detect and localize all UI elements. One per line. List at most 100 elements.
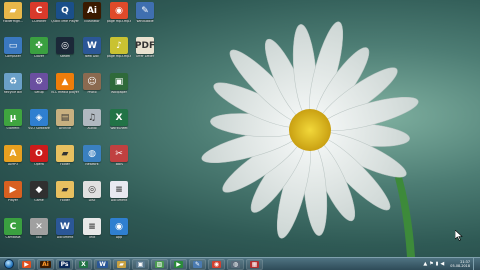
desktop-shortcut[interactable]: µ uTorrent xyxy=(0,109,26,145)
desktop-shortcut[interactable]: C CCleaner xyxy=(26,2,52,38)
flag-icon[interactable]: ⚑ xyxy=(429,261,433,267)
desktop-shortcut[interactable]: C Camtasia xyxy=(0,218,26,254)
aimp-icon: A xyxy=(4,145,22,162)
desktop-shortcut[interactable]: ♫ Audio xyxy=(79,109,105,145)
desktop-shortcut[interactable]: ▰ Folder xyxy=(52,145,78,181)
steam-icon: ◎ xyxy=(56,37,74,54)
desktop-shortcut-label: Archive xyxy=(59,127,71,130)
desktop-shortcut[interactable]: ✎ WinBubble xyxy=(132,2,158,38)
desktop: ▰ FolderHigh... C CCleaner Q QuickTime Player… xyxy=(0,0,480,257)
network-icon[interactable]: ▮ xyxy=(436,261,439,267)
shortcut-icon: ◈ xyxy=(30,109,48,126)
quicktime-icon: Q xyxy=(56,2,74,19)
desktop-shortcut[interactable]: ◉ App xyxy=(106,218,132,254)
app-icon: ◉ xyxy=(110,218,128,235)
taskbar-photoshop-icon[interactable]: Ps xyxy=(56,258,73,270)
desktop-shortcut[interactable]: ◎ Disc xyxy=(79,181,105,217)
desktop-shortcut-label: Document xyxy=(56,236,74,239)
word-doc-icon: W xyxy=(83,37,101,54)
setup-icon: ⚙ xyxy=(30,73,48,90)
desktop-shortcut[interactable]: X WorkSheet xyxy=(106,109,132,145)
desktop-shortcut[interactable]: ♪ page mp3.mp3 xyxy=(106,37,132,73)
desktop-shortcut[interactable]: W New Doc xyxy=(79,37,105,73)
desktop-shortcut[interactable]: ▰ Folder xyxy=(52,181,78,217)
desktop-shortcut[interactable]: ☺ Photo xyxy=(79,73,105,109)
taskbar-pinned-apps: ▶ Ai Ps X W ▰ ▣ ▨ ▶ ✎ ◉ ◍ ▦ xyxy=(18,258,265,270)
desktop-shortcut[interactable]: ◆ Game xyxy=(26,181,52,217)
desktop-shortcut[interactable]: PDF Offer Letter xyxy=(132,37,158,73)
taskbar-media-icon[interactable]: ▶ xyxy=(18,258,35,270)
utorrent-icon: µ xyxy=(4,109,22,126)
desktop-shortcut[interactable]: ▣ Wallpaper xyxy=(106,73,132,109)
volume-icon[interactable]: ◀ xyxy=(440,261,444,267)
taskbar-explorer-icon[interactable]: ▰ xyxy=(113,258,130,270)
chevron-up-icon[interactable]: ▲ xyxy=(423,261,427,267)
folder-icon: ▰ xyxy=(56,145,74,162)
media-file-icon: ◉ xyxy=(110,2,128,19)
desktop-shortcut[interactable]: ✂ Tools xyxy=(106,145,132,181)
desktop-shortcut[interactable]: ≡ Text xyxy=(79,218,105,254)
desktop-shortcut[interactable]: ▰ FolderHigh... xyxy=(0,2,26,38)
text-file-icon: ≡ xyxy=(83,218,101,235)
desktop-shortcut[interactable]: Q QuickTime Player xyxy=(51,2,79,38)
excel-doc-icon: X xyxy=(110,109,128,126)
desktop-shortcut-label: Illustrator xyxy=(84,20,100,23)
clock[interactable]: 21:37 05-08-2018 xyxy=(450,260,470,268)
desktop-shortcut[interactable]: ≡ Document xyxy=(106,181,132,217)
desktop-shortcut[interactable]: O Opera xyxy=(26,145,52,181)
taskbar-illustrator-icon[interactable]: Ai xyxy=(37,258,54,270)
desktop-shortcut-label: App xyxy=(115,236,123,239)
desktop-shortcut[interactable]: ▶ Player xyxy=(0,181,26,217)
document-icon: ≡ xyxy=(110,181,128,198)
taskbar-browser-icon[interactable]: ◉ xyxy=(208,258,225,270)
network-icon: ◍ xyxy=(83,145,101,162)
system-tray: ▲ ⚑ ▮ ◀ 21:37 05-08-2018 xyxy=(423,257,480,270)
taskbar-settings-icon[interactable]: ◍ xyxy=(227,258,244,270)
taskbar-paint-icon[interactable]: ✎ xyxy=(189,258,206,270)
desktop-shortcut-label: Folder xyxy=(60,199,70,202)
desktop-shortcut-label: Offer Letter xyxy=(135,55,155,58)
clock-date: 05-08-2018 xyxy=(450,264,470,268)
desktop-shortcut[interactable]: ◉ page mp3.mp3 xyxy=(106,2,132,38)
desktop-shortcut[interactable]: ⚙ Setup xyxy=(26,73,52,109)
taskbar-app-icon[interactable]: ▣ xyxy=(132,258,149,270)
image-file-icon: ▣ xyxy=(110,73,128,90)
desktop-shortcut[interactable]: ♻ Recycle Bin xyxy=(0,73,26,109)
desktop-shortcut[interactable]: ▤ Archive xyxy=(52,109,78,145)
cross-tool-icon: ✕ xyxy=(30,218,48,235)
clover-icon: ✤ xyxy=(30,37,48,54)
recycle-bin-icon: ♻ xyxy=(4,73,22,90)
word-doc-icon: W xyxy=(56,218,74,235)
ccleaner-icon: C xyxy=(30,2,48,19)
desktop-shortcut-label: WorkSheet xyxy=(110,127,128,130)
desktop-shortcut[interactable]: ✕ Tool xyxy=(26,218,52,254)
taskbar-word-icon[interactable]: W xyxy=(94,258,111,270)
desktop-shortcut[interactable]: ◈ VSO Software xyxy=(26,109,52,145)
desktop-shortcut-label: Photo xyxy=(87,91,97,94)
folder-icon: ▰ xyxy=(4,2,22,19)
mouse-cursor-icon xyxy=(455,230,463,241)
desktop-shortcut[interactable]: Ai Illustrator xyxy=(79,2,105,38)
desktop-shortcut[interactable]: ▲ VLC media player xyxy=(51,73,79,109)
vlc-icon: ▲ xyxy=(56,73,74,90)
desktop-shortcut[interactable]: A AIMP3 xyxy=(0,145,26,181)
folder-icon: ▰ xyxy=(56,181,74,198)
desktop-shortcut-label: Wallpaper xyxy=(111,91,127,94)
taskbar-photos-icon[interactable]: ▨ xyxy=(151,258,168,270)
desktop-shortcut[interactable]: W Document xyxy=(52,218,78,254)
show-desktop-button[interactable] xyxy=(473,257,477,270)
daisy-wallpaper xyxy=(201,21,419,257)
taskbar-player-icon[interactable]: ▶ xyxy=(170,258,187,270)
desktop-shortcut-label: QuickTime Player xyxy=(51,20,79,23)
desktop-shortcut-label: Disc xyxy=(88,199,96,202)
desktop-shortcut[interactable]: ◍ Network xyxy=(79,145,105,181)
desktop-shortcut[interactable]: ◎ Steam xyxy=(52,37,78,73)
illustrator-icon: Ai xyxy=(83,2,101,19)
start-button[interactable] xyxy=(0,258,18,270)
desktop-shortcut[interactable]: ✤ Clover xyxy=(26,37,52,73)
taskbar-image-icon[interactable]: ▦ xyxy=(246,258,263,270)
desktop-shortcut[interactable]: ▭ Computer xyxy=(0,37,26,73)
tools-icon: ✂ xyxy=(110,145,128,162)
desktop-shortcut-label: Folder xyxy=(60,163,70,166)
taskbar-excel-icon[interactable]: X xyxy=(75,258,92,270)
